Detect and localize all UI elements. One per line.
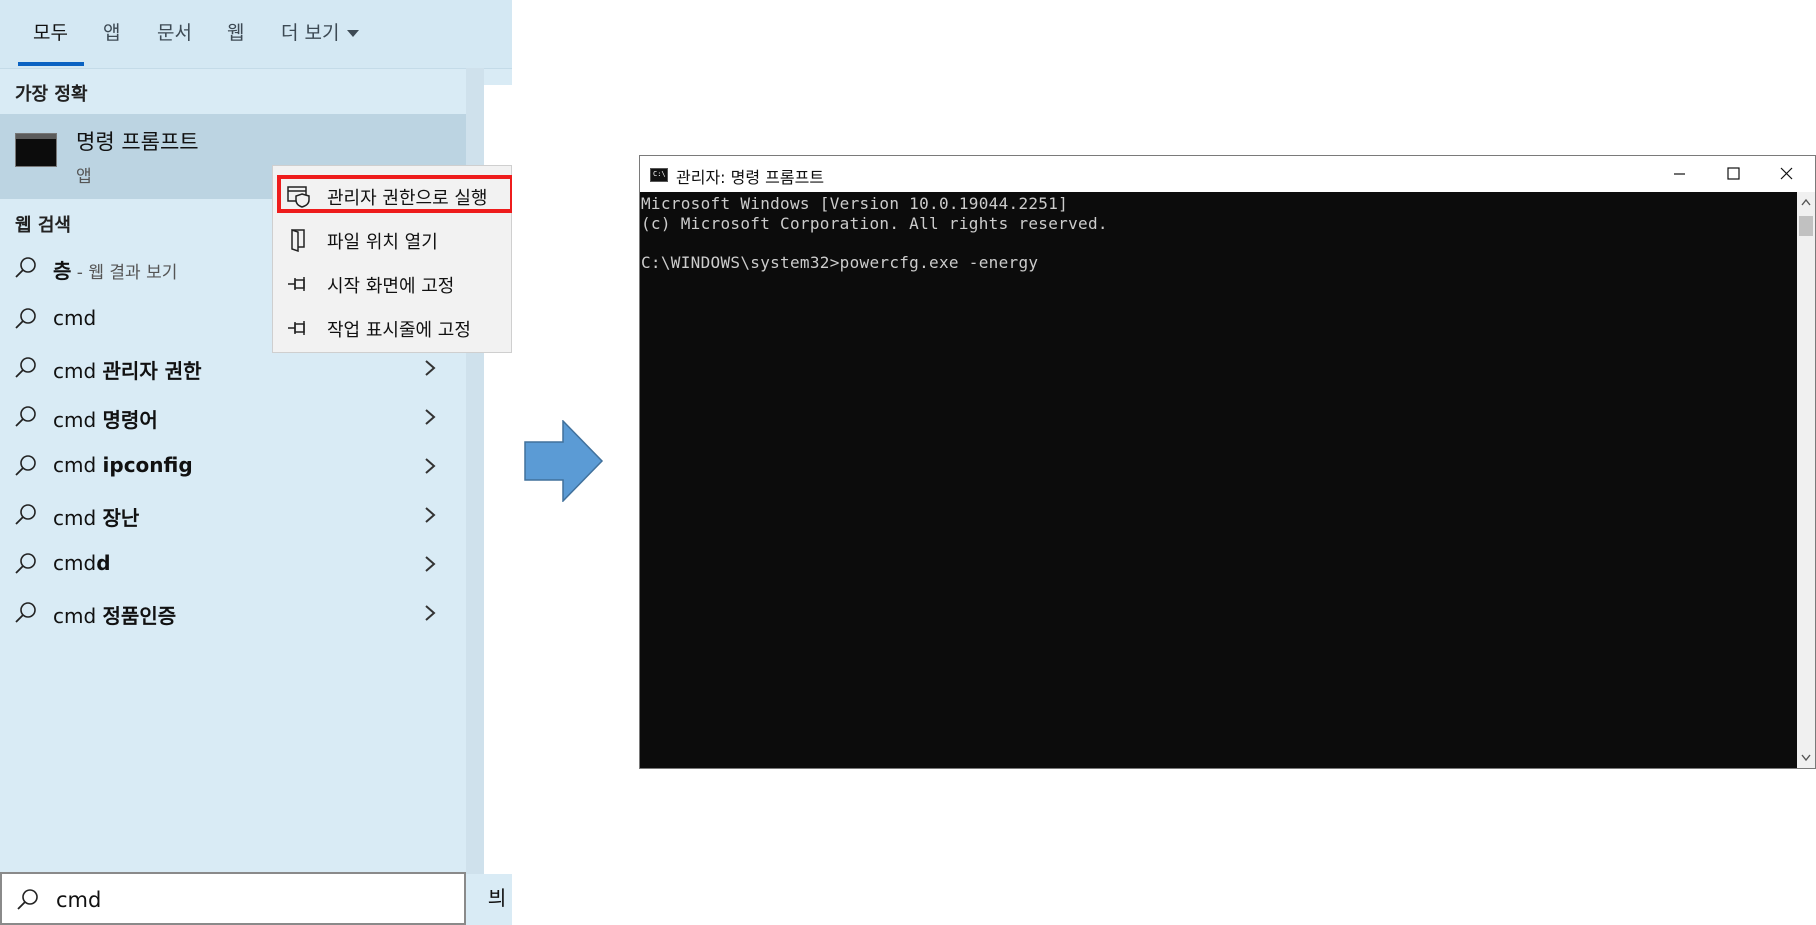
search-result-cmd-commands[interactable]: cmd 명령어 bbox=[0, 396, 466, 438]
search-icon bbox=[15, 406, 36, 427]
scroll-down-icon[interactable] bbox=[1801, 754, 1811, 762]
search-result-cmd-prank[interactable]: cmd 장난 bbox=[0, 494, 466, 536]
result-bold: ipconfig bbox=[102, 453, 193, 477]
search-icon bbox=[15, 357, 36, 378]
search-result-cmd-ipconfig[interactable]: cmd ipconfig bbox=[0, 445, 466, 487]
pin-to-start-menu-item[interactable]: 시작 화면에 고정 bbox=[273, 262, 512, 306]
maximize-button[interactable] bbox=[1706, 156, 1760, 192]
tab-apps[interactable]: 앱 bbox=[103, 18, 120, 45]
result-bold: 명령어 bbox=[102, 408, 158, 432]
chevron-right-icon bbox=[425, 605, 436, 621]
result-bold: 장난 bbox=[102, 506, 140, 530]
minimize-button[interactable] bbox=[1652, 156, 1706, 192]
console-icon-text: C:\ bbox=[653, 170, 666, 178]
result-plain: cmd bbox=[53, 359, 103, 383]
tab-documents[interactable]: 문서 bbox=[157, 18, 192, 45]
console-line: (c) Microsoft Corporation. All rights re… bbox=[641, 213, 1108, 233]
pin-to-taskbar-menu-item[interactable]: 작업 표시줄에 고정 bbox=[273, 306, 512, 350]
result-text: cmd bbox=[53, 306, 97, 330]
search-icon bbox=[15, 553, 36, 574]
window-title: 관리자: 명령 프롬프트 bbox=[676, 168, 825, 187]
scroll-thumb[interactable] bbox=[1799, 216, 1813, 236]
search-input[interactable] bbox=[54, 882, 438, 918]
search-icon bbox=[15, 308, 36, 329]
menu-label: 작업 표시줄에 고정 bbox=[327, 320, 471, 341]
start-search-panel: 모두 앱 문서 웹 더 보기 가장 정확 명령 프롬프트 앱 웹 검색 층 - … bbox=[0, 0, 512, 925]
result-sub: - 웹 결과 보기 bbox=[71, 263, 178, 283]
search-icon bbox=[15, 504, 36, 525]
search-icon bbox=[17, 889, 38, 910]
tab-bar: 모두 앱 문서 웹 더 보기 bbox=[0, 0, 512, 69]
result-bold: 정품인증 bbox=[102, 604, 177, 628]
active-tab-indicator bbox=[18, 62, 84, 66]
console-output[interactable]: Microsoft Windows [Version 10.0.19044.22… bbox=[640, 192, 1797, 768]
transition-arrow bbox=[524, 420, 604, 502]
result-plain: cmd bbox=[53, 453, 103, 477]
best-match-heading: 가장 정확 bbox=[15, 84, 88, 105]
console-line: C:\WINDOWS\system32>powercfg.exe -energy bbox=[641, 252, 1039, 272]
tab-all[interactable]: 모두 bbox=[33, 18, 68, 45]
tab-more-label: 더 보기 bbox=[281, 22, 340, 44]
open-file-location-menu-item[interactable]: 파일 위치 열기 bbox=[273, 218, 512, 262]
chevron-right-icon bbox=[425, 360, 436, 376]
web-search-heading: 웹 검색 bbox=[15, 215, 71, 236]
search-icon bbox=[15, 257, 36, 278]
scroll-up-icon[interactable] bbox=[1801, 198, 1811, 206]
tab-web[interactable]: 웹 bbox=[227, 18, 244, 45]
folder-icon bbox=[291, 228, 305, 252]
result-bold: 관리자 권한 bbox=[102, 359, 202, 383]
best-match-type: 앱 bbox=[76, 167, 92, 187]
result-bold: 층 bbox=[53, 259, 72, 283]
side-glyph: 븨 bbox=[488, 886, 507, 910]
result-plain: cmd bbox=[53, 604, 103, 628]
console-line: Microsoft Windows [Version 10.0.19044.22… bbox=[641, 194, 1069, 213]
tab-more[interactable]: 더 보기 bbox=[281, 18, 360, 45]
result-bold: d bbox=[96, 551, 111, 575]
search-box[interactable] bbox=[0, 872, 466, 925]
search-result-cmdd[interactable]: cmdd bbox=[0, 543, 466, 585]
menu-label: 시작 화면에 고정 bbox=[327, 276, 455, 297]
menu-label: 파일 위치 열기 bbox=[327, 232, 438, 253]
pin-icon bbox=[288, 277, 305, 291]
result-plain: cmd bbox=[53, 408, 103, 432]
chevron-right-icon bbox=[425, 458, 436, 474]
console-scrollbar[interactable] bbox=[1797, 192, 1815, 768]
command-prompt-icon bbox=[15, 133, 57, 167]
result-plain: cmd bbox=[53, 551, 97, 575]
highlight-annotation-box bbox=[277, 175, 512, 213]
search-result-cmd-admin[interactable]: cmd 관리자 권한 bbox=[0, 347, 466, 389]
search-icon bbox=[15, 455, 36, 476]
close-button[interactable] bbox=[1760, 156, 1814, 192]
command-prompt-window: C:\ 관리자: 명령 프롬프트 Microsoft Windows [Vers… bbox=[639, 155, 1816, 769]
chevron-right-icon bbox=[425, 409, 436, 425]
window-titlebar[interactable]: C:\ 관리자: 명령 프롬프트 bbox=[640, 156, 1815, 192]
pin-icon bbox=[288, 321, 305, 335]
console-icon: C:\ bbox=[650, 168, 668, 182]
search-result-cmd-activation[interactable]: cmd 정품인증 bbox=[0, 592, 466, 634]
best-match-name: 명령 프롬프트 bbox=[76, 130, 199, 154]
chevron-down-icon bbox=[347, 30, 360, 37]
chevron-right-icon bbox=[425, 507, 436, 523]
search-icon bbox=[15, 602, 36, 623]
chevron-right-icon bbox=[425, 556, 436, 572]
result-plain: cmd bbox=[53, 506, 103, 530]
